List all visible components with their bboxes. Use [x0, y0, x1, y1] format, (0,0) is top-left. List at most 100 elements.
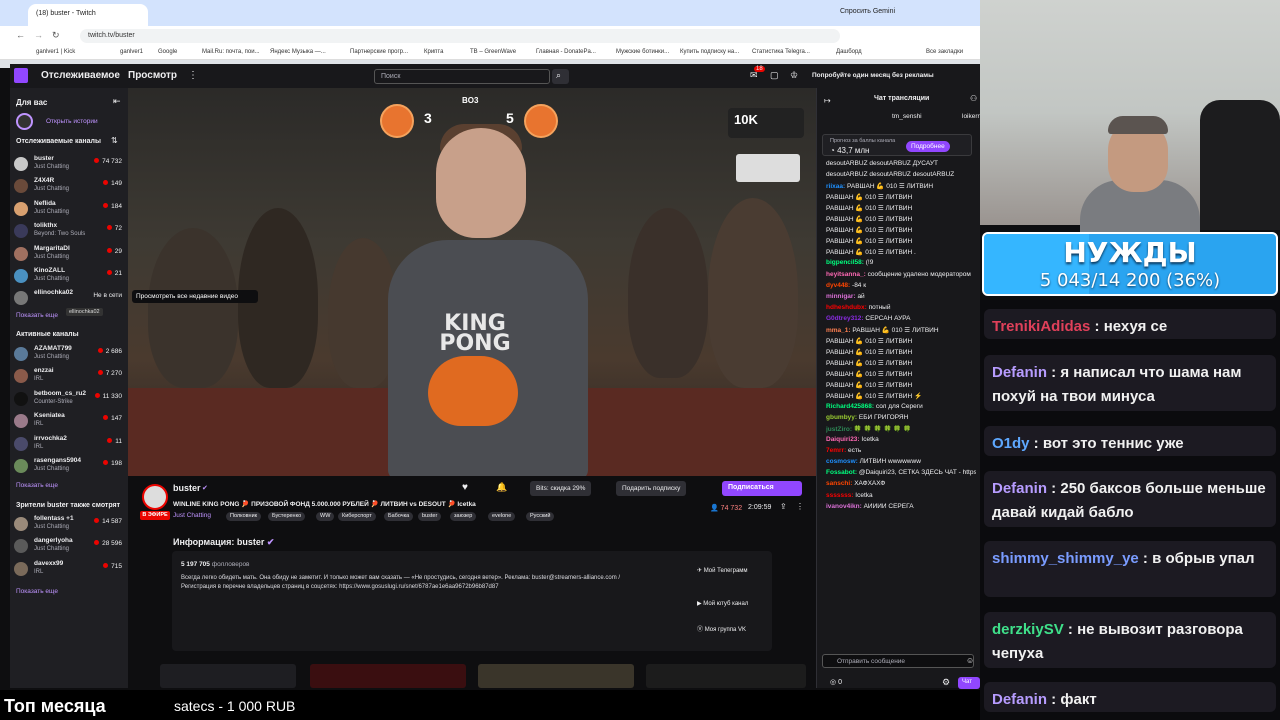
sidebar-channel[interactable]: dangerlyoha Just Chatting 28 596 — [14, 537, 126, 559]
sidebar-channel[interactable]: tolikthx Beyond: Two Souls 72 — [14, 222, 126, 244]
stream-tag[interactable]: buster — [418, 512, 442, 521]
nav-following[interactable]: Отслеживаемое — [41, 70, 120, 81]
sidebar-channel[interactable]: Kseniatea IRL 147 — [14, 412, 126, 434]
sidebar-channel[interactable]: buster Just Chatting 74 732 — [14, 155, 126, 177]
notify-icon[interactable]: 🔔 — [496, 482, 507, 493]
show-more-active[interactable]: Показать еще — [16, 482, 58, 489]
nav-browse[interactable]: Просмотр — [128, 70, 177, 81]
users-icon[interactable]: ⚇ — [970, 94, 977, 103]
chat-username[interactable]: Richard425868: — [826, 403, 874, 410]
sidebar-channel[interactable]: MargaritaDI Just Chatting 29 — [14, 245, 126, 267]
prediction-more-button[interactable]: Подробнее — [906, 141, 950, 152]
bookmark-item[interactable]: Главная - DonatePa... — [536, 49, 596, 55]
chat-username[interactable]: minnigar: — [826, 293, 856, 300]
collapse-chat-icon[interactable]: ↦ — [824, 96, 831, 105]
chat-username[interactable]: 7emrr: — [826, 447, 846, 454]
chat-username[interactable]: Daiquiri23: — [826, 436, 860, 443]
whispers-icon[interactable]: ▢ — [770, 70, 779, 81]
chat-username[interactable]: dyv448: — [826, 282, 850, 289]
forward-icon[interactable]: → — [34, 30, 43, 40]
subscribe-button[interactable]: Подписаться — [722, 481, 802, 496]
sidebar-channel[interactable]: enzzai IRL 7 270 — [14, 367, 126, 389]
share-icon[interactable]: ⇪ — [780, 502, 787, 511]
show-more-also[interactable]: Показать еще — [16, 588, 58, 595]
stream-tag[interactable]: Русский — [526, 512, 555, 521]
bookmark-item[interactable]: Купить подписку на... — [680, 49, 739, 55]
open-stories-link[interactable]: Открыть истории — [46, 118, 98, 125]
search-button[interactable]: ⌕ — [552, 69, 569, 84]
bookmark-item[interactable]: ganlver1 — [120, 49, 143, 55]
gemini-button[interactable]: Спросить Gemini — [840, 8, 895, 15]
panel-thumbnail[interactable] — [160, 664, 296, 688]
chat-username[interactable]: Fossabot: — [826, 469, 857, 476]
sidebar-channel[interactable]: irrvochka2 IRL 11 — [14, 435, 126, 457]
chat-username[interactable]: G0dtrey312: — [826, 315, 864, 322]
panel-thumbnail[interactable] — [478, 664, 634, 688]
stories-avatar[interactable] — [16, 113, 33, 130]
stream-tag[interactable]: WW — [316, 512, 335, 521]
promo-link[interactable]: Попробуйте один месяц без рекламы — [812, 72, 934, 79]
show-more-followed[interactable]: Показать еще — [16, 312, 58, 319]
stream-tag[interactable]: Киберспорт — [338, 512, 376, 521]
link-telegram[interactable]: ✈ Мой Телеграмм — [697, 567, 757, 574]
panel-thumbnail[interactable] — [646, 664, 806, 688]
bookmark-item[interactable]: TB – GreenWave — [470, 49, 516, 55]
bookmark-item[interactable]: Google — [158, 49, 177, 55]
channel-points[interactable]: ◎ 0 — [830, 678, 842, 686]
category-link[interactable]: Just Chatting — [173, 512, 211, 519]
emote-icon[interactable]: ☺ — [966, 656, 974, 665]
chat-username[interactable]: justZiro: — [826, 426, 852, 433]
link-vk[interactable]: Ⓥ Моя группа VK — [697, 624, 757, 633]
stream-tag[interactable]: evelone — [488, 512, 516, 521]
stream-tag[interactable]: заюзер — [450, 512, 477, 521]
stream-tag[interactable]: Бустеренко — [268, 512, 306, 521]
bookmark-item[interactable]: ganlver1 | Kick — [36, 49, 75, 55]
bookmark-item[interactable]: Яндекс Музыка —... — [270, 49, 326, 55]
chat-send-button[interactable]: Чат — [958, 677, 980, 689]
sidebar-channel[interactable]: AZAMAT799 Just Chatting 2 686 — [14, 345, 126, 367]
stream-tag[interactable]: Бабочка — [384, 512, 414, 521]
collapse-sidebar-icon[interactable]: ⇤ — [113, 96, 121, 107]
chat-username[interactable]: riixaa: — [826, 183, 845, 190]
follow-heart-icon[interactable]: ♥ — [462, 482, 468, 493]
link-youtube[interactable]: ▶ Мой ютуб канал — [697, 600, 757, 607]
panel-thumbnail[interactable] — [310, 664, 466, 688]
chat-username[interactable]: heyitsanna_: — [826, 271, 866, 278]
search-input[interactable]: Поиск — [374, 69, 550, 84]
chat-username[interactable]: sssssss: — [826, 492, 853, 499]
gift-sub-button[interactable]: Подарить подписку — [616, 481, 687, 496]
browser-tab[interactable]: (18) buster - Twitch — [28, 4, 148, 26]
twitch-logo-icon[interactable] — [14, 68, 28, 83]
bits-button[interactable]: Bits: скидка 29% — [530, 481, 592, 496]
bookmark-item[interactable]: Дашборд — [836, 49, 862, 55]
bookmark-item[interactable]: Статистика Telegra... — [752, 49, 810, 55]
bookmark-item[interactable]: Mail.Ru: почта, пои... — [202, 49, 260, 55]
sidebar-channel[interactable]: follentass +1 Just Chatting 14 587 — [14, 515, 126, 537]
chat-username[interactable]: mma_1: — [826, 327, 851, 334]
settings-icon[interactable]: ⚙ — [942, 677, 950, 688]
streamer-avatar[interactable] — [142, 484, 168, 510]
chat-username[interactable]: sanschi: — [826, 480, 852, 487]
bookmark-item[interactable]: Мужские ботинки... — [616, 49, 669, 55]
address-bar[interactable]: twitch.tv/buster — [80, 29, 840, 43]
reload-icon[interactable]: ↻ — [52, 30, 60, 41]
chat-input[interactable]: Отправить сообщение — [822, 654, 974, 668]
more-options-icon[interactable]: ⋮ — [796, 502, 804, 511]
chat-username[interactable]: gbumbyy: — [826, 414, 857, 421]
back-icon[interactable]: ← — [16, 30, 25, 40]
sidebar-channel[interactable]: rasengans5904 Just Chatting 198 — [14, 457, 126, 479]
crown-icon[interactable]: ♔ — [790, 70, 798, 81]
bookmark-item[interactable]: Все закладки — [926, 49, 963, 55]
bookmark-item[interactable]: Партнерские прогр... — [350, 49, 408, 55]
chat-username[interactable]: ivanov4ikn: — [826, 503, 862, 510]
chat-username[interactable]: hdheshdubx: — [826, 304, 867, 311]
chat-username[interactable]: bigpencil58: — [826, 259, 864, 266]
more-icon[interactable]: ⋮ — [188, 70, 198, 81]
sidebar-channel[interactable]: Neflida Just Chatting 184 — [14, 200, 126, 222]
chat-username[interactable]: cosmosw: — [826, 458, 858, 465]
sidebar-channel[interactable]: davexx99 IRL 715 — [14, 560, 126, 582]
streamer-name[interactable]: buster — [173, 483, 201, 493]
sidebar-channel[interactable]: Z4X4R Just Chatting 149 — [14, 177, 126, 199]
bookmark-item[interactable]: Крипта — [424, 49, 443, 55]
stream-tag[interactable]: Полковник — [226, 512, 262, 521]
